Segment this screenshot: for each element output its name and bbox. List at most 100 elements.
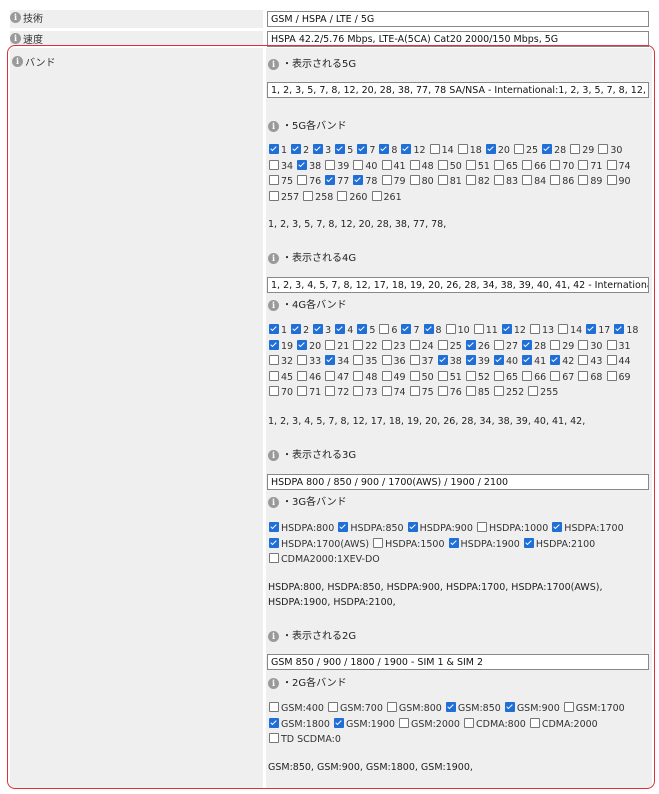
band-checkbox-item[interactable]: 32 <box>268 354 293 370</box>
checkbox-unchecked[interactable] <box>570 144 581 154</box>
band-checkbox-item[interactable]: 20 <box>485 143 510 159</box>
checkbox-checked[interactable] <box>334 717 344 728</box>
checkbox-checked[interactable] <box>379 144 390 154</box>
checkbox-unchecked[interactable] <box>464 717 474 728</box>
checkbox-unchecked[interactable] <box>530 324 540 334</box>
band-checkbox-item[interactable]: 39 <box>324 159 349 175</box>
band-checkbox-item[interactable]: 86 <box>549 174 574 190</box>
band-checkbox-item[interactable]: 26 <box>465 339 490 355</box>
checkbox-checked[interactable] <box>465 339 476 350</box>
band-checkbox-item[interactable]: GSM:800 <box>386 701 442 717</box>
checkbox-unchecked[interactable] <box>437 175 448 185</box>
band-checkbox-item[interactable]: 84 <box>521 174 546 190</box>
checkbox-unchecked[interactable] <box>429 144 440 154</box>
checkbox-unchecked[interactable] <box>297 386 308 396</box>
info-icon[interactable]: i <box>268 630 279 642</box>
checkbox-unchecked[interactable] <box>578 339 589 350</box>
checkbox-unchecked[interactable] <box>337 190 348 201</box>
band-checkbox-item[interactable]: HSDPA:2100 <box>523 537 595 553</box>
band-checkbox-item[interactable]: HSDPA:1900 <box>448 537 520 553</box>
band-checkbox-item[interactable]: 47 <box>324 370 349 386</box>
checkbox-checked[interactable] <box>353 175 364 185</box>
checkbox-checked[interactable] <box>465 355 476 365</box>
band-checkbox-item[interactable]: 3 <box>312 323 331 339</box>
band-checkbox-item[interactable]: 48 <box>409 159 434 175</box>
band-checkbox-item[interactable]: GSM:1800 <box>268 717 330 733</box>
checkbox-unchecked[interactable] <box>269 370 279 381</box>
band-checkbox-item[interactable]: 66 <box>521 159 546 175</box>
checkbox-unchecked[interactable] <box>269 159 279 170</box>
band-checkbox-item[interactable]: GSM:2000 <box>398 717 460 733</box>
checkbox-unchecked[interactable] <box>494 370 504 381</box>
band-checkbox-item[interactable]: 21 <box>324 339 349 355</box>
band-checkbox-item[interactable]: 5 <box>356 323 375 339</box>
checkbox-unchecked[interactable] <box>606 355 617 365</box>
checkbox-unchecked[interactable] <box>325 159 336 170</box>
checkbox-unchecked[interactable] <box>606 159 617 170</box>
checkbox-unchecked[interactable] <box>578 159 589 170</box>
band-checkbox-item[interactable]: 17 <box>585 323 610 339</box>
band-checkbox-item[interactable]: 7 <box>400 323 420 339</box>
checkbox-unchecked[interactable] <box>353 339 364 350</box>
band-checkbox-item[interactable]: GSM:400 <box>268 701 324 717</box>
checkbox-unchecked[interactable] <box>598 144 609 154</box>
band-checkbox-item[interactable]: GSM:1900 <box>333 717 395 733</box>
band-checkbox-item[interactable]: 11 <box>473 323 498 339</box>
checkbox-unchecked[interactable] <box>473 324 484 334</box>
checkbox-unchecked[interactable] <box>550 370 561 381</box>
band-checkbox-item[interactable]: 37 <box>409 354 434 370</box>
band-checkbox-item[interactable]: 38 <box>437 354 462 370</box>
band-checkbox-item[interactable]: 89 <box>577 174 602 190</box>
band-checkbox-item[interactable]: 41 <box>521 354 546 370</box>
band-checkbox-item[interactable]: HSDPA:850 <box>337 521 404 537</box>
g3-display-field[interactable]: HSDPA 800 / 850 / 900 / 1700(AWS) / 1900… <box>267 474 649 490</box>
band-checkbox-item[interactable]: 75 <box>409 385 434 401</box>
band-checkbox-item[interactable]: 31 <box>606 339 631 355</box>
checkbox-unchecked[interactable] <box>437 370 448 381</box>
checkbox-checked[interactable] <box>423 324 434 334</box>
band-checkbox-item[interactable]: 28 <box>521 339 546 355</box>
checkbox-checked[interactable] <box>550 355 561 365</box>
band-checkbox-item[interactable]: 18 <box>613 323 638 339</box>
checkbox-checked[interactable] <box>357 324 368 334</box>
g4-display-field[interactable]: 1, 2, 3, 4, 5, 7, 8, 12, 17, 18, 19, 20,… <box>267 277 649 293</box>
checkbox-unchecked[interactable] <box>606 339 617 350</box>
band-checkbox-item[interactable]: GSM:900 <box>504 701 560 717</box>
band-checkbox-item[interactable]: 24 <box>409 339 434 355</box>
band-checkbox-item[interactable]: 1 <box>268 323 287 339</box>
band-checkbox-item[interactable]: CDMA:2000 <box>529 717 598 733</box>
band-checkbox-item[interactable]: 2 <box>290 143 309 159</box>
checkbox-checked[interactable] <box>552 522 563 532</box>
checkbox-unchecked[interactable] <box>513 144 524 154</box>
checkbox-unchecked[interactable] <box>409 370 420 381</box>
band-checkbox-item[interactable]: 74 <box>606 159 631 175</box>
checkbox-unchecked[interactable] <box>373 537 384 548</box>
band-checkbox-item[interactable]: 71 <box>577 159 602 175</box>
band-checkbox-item[interactable]: 70 <box>268 385 293 401</box>
band-checkbox-item[interactable]: 69 <box>606 370 631 386</box>
band-checkbox-item[interactable]: 78 <box>352 174 377 190</box>
checkbox-checked[interactable] <box>297 339 308 350</box>
band-checkbox-item[interactable]: 261 <box>371 190 402 206</box>
band-checkbox-item[interactable]: 40 <box>352 159 377 175</box>
band-checkbox-item[interactable]: 66 <box>521 370 546 386</box>
band-checkbox-item[interactable]: GSM:700 <box>327 701 383 717</box>
checkbox-checked[interactable] <box>269 324 279 334</box>
checkbox-unchecked[interactable] <box>409 386 420 396</box>
band-checkbox-item[interactable]: HSDPA:1700(AWS) <box>268 537 369 553</box>
checkbox-checked[interactable] <box>448 537 459 548</box>
band-checkbox-item[interactable]: 68 <box>577 370 602 386</box>
info-icon[interactable]: i <box>268 299 279 311</box>
checkbox-unchecked[interactable] <box>563 702 574 712</box>
band-checkbox-item[interactable]: HSDPA:1500 <box>372 537 445 553</box>
checkbox-checked[interactable] <box>522 339 533 350</box>
checkbox-unchecked[interactable] <box>578 355 589 365</box>
checkbox-unchecked[interactable] <box>529 717 540 728</box>
band-checkbox-item[interactable]: HSDPA:1700 <box>551 521 624 537</box>
checkbox-checked[interactable] <box>501 324 512 334</box>
band-checkbox-item[interactable]: 8 <box>378 143 397 159</box>
band-checkbox-item[interactable]: 73 <box>352 385 377 401</box>
checkbox-checked[interactable] <box>586 324 597 334</box>
band-checkbox-item[interactable]: 257 <box>268 190 299 206</box>
band-checkbox-item[interactable]: 74 <box>381 385 406 401</box>
